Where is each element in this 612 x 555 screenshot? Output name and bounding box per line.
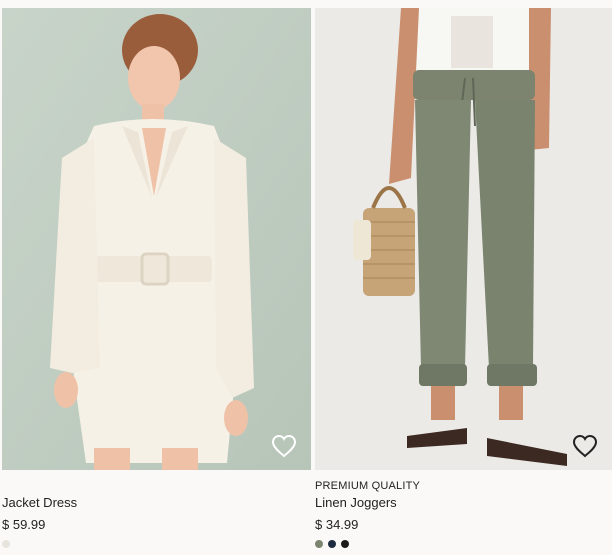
product-image[interactable] — [315, 8, 612, 470]
color-swatch[interactable] — [2, 540, 10, 548]
product-badge: PREMIUM QUALITY — [315, 480, 421, 492]
color-swatch[interactable] — [328, 540, 336, 548]
product-card-linen-joggers[interactable]: PREMIUM QUALITY Linen Joggers $ 34.99 — [315, 0, 612, 555]
heart-outline-icon[interactable] — [271, 434, 297, 458]
color-swatches — [2, 540, 311, 550]
product-photo-illustration — [315, 8, 612, 470]
heart-outline-icon[interactable] — [572, 434, 598, 458]
product-price: $ 34.99 — [315, 517, 359, 532]
product-card-jacket-dress[interactable]: Jacket Dress $ 59.99 — [2, 0, 311, 555]
color-swatch[interactable] — [341, 540, 349, 548]
product-badge — [2, 478, 311, 494]
product-meta: PREMIUM QUALITY Linen Joggers $ 34.99 — [315, 472, 612, 550]
product-title[interactable]: Jacket Dress — [2, 494, 311, 512]
product-grid: Jacket Dress $ 59.99 PREMIUM QUALITY Lin… — [0, 0, 612, 555]
product-image[interactable] — [2, 8, 311, 470]
color-swatches — [315, 540, 612, 550]
product-title[interactable]: Linen Joggers — [315, 494, 612, 512]
product-photo-illustration — [2, 8, 311, 470]
product-meta: Jacket Dress $ 59.99 — [2, 472, 311, 550]
product-price: $ 59.99 — [2, 517, 46, 532]
color-swatch[interactable] — [315, 540, 323, 548]
